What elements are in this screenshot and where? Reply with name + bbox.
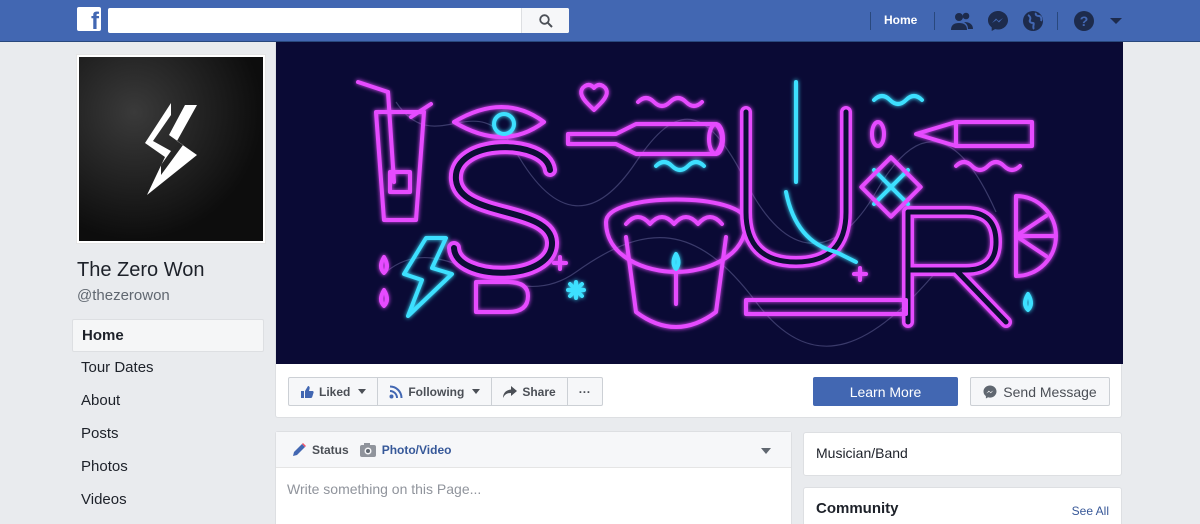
rss-feed-icon [389,385,403,398]
leftnav-item-posts[interactable]: Posts [72,418,264,451]
more-options-button[interactable]: ··· [568,378,602,405]
tab-photo-video[interactable]: Photo/Video [359,442,452,458]
see-all-link[interactable]: See All [1072,504,1109,518]
tab-photo-video-label: Photo/Video [381,442,452,457]
liked-button[interactable]: Liked [289,378,379,405]
tab-status[interactable]: Status [291,442,349,458]
chevron-down-icon [472,389,481,394]
community-heading: Community [816,500,899,517]
chevron-down-icon[interactable] [761,448,771,454]
following-button[interactable]: Following [378,378,493,405]
leftnav-item-photos[interactable]: Photos [72,451,264,484]
messenger-icon[interactable] [986,9,1010,33]
chevron-down-icon [358,389,367,394]
friend-requests-icon[interactable] [950,9,974,33]
share-button[interactable]: Share [492,378,568,405]
nav-divider [1057,12,1058,30]
more-dots-icon: ··· [578,384,591,399]
nav-divider [934,12,935,30]
community-card: Community See All [803,487,1122,524]
top-navigation-bar: f Home ? [0,0,1200,42]
share-label: Share [522,384,556,399]
search-icon [538,13,553,28]
page-username[interactable]: @thezerowon [77,287,170,304]
leftnav-item-videos[interactable]: Videos [72,484,264,517]
nav-divider [870,12,871,30]
learn-more-button[interactable]: Learn More [813,377,958,406]
svg-text:?: ? [1080,13,1089,29]
neon-sour-artwork [356,80,1058,347]
notifications-globe-icon[interactable] [1021,9,1045,33]
search-box [108,8,569,33]
category-card: Musician/Band [803,432,1122,476]
search-button[interactable] [521,8,569,33]
composer-text-field[interactable]: Write something on this Page... [276,468,791,510]
page-actions-bar: Liked Following Share ··· [288,377,603,406]
page-title: The Zero Won [77,259,205,281]
nav-home-link[interactable]: Home [884,13,917,27]
pencil-icon [293,442,306,456]
account-menu-caret-icon[interactable] [1104,9,1128,33]
liked-label: Liked [319,384,351,399]
facebook-logo-icon[interactable]: f [77,7,101,31]
send-message-button[interactable]: Send Message [970,377,1110,406]
send-message-label: Send Message [1003,383,1097,400]
band-logo-image [79,57,263,241]
post-composer: Status Photo/Video Write something on th… [275,431,792,524]
cover-photo[interactable] [276,42,1123,364]
messenger-icon [983,385,997,398]
leftnav-item-home[interactable]: Home [72,319,264,352]
camera-icon [359,442,376,457]
following-label: Following [408,384,465,399]
thumbs-up-icon [301,385,314,398]
tab-status-label: Status [312,442,349,457]
search-input[interactable] [108,8,518,33]
leftnav-item-about[interactable]: About [72,385,264,418]
share-arrow-icon [503,385,518,398]
leftnav-item-tour-dates[interactable]: Tour Dates [72,352,264,385]
zero-won-logo-icon [145,103,197,195]
page-category[interactable]: Musician/Band [816,445,908,461]
cover-card: Liked Following Share ··· Learn More Sen… [275,42,1123,418]
composer-tabs: Status Photo/Video [276,432,791,468]
page-navigation: Home Tour Dates About Posts Photos Video… [72,319,264,517]
profile-picture[interactable] [76,54,266,244]
help-icon[interactable]: ? [1072,9,1096,33]
